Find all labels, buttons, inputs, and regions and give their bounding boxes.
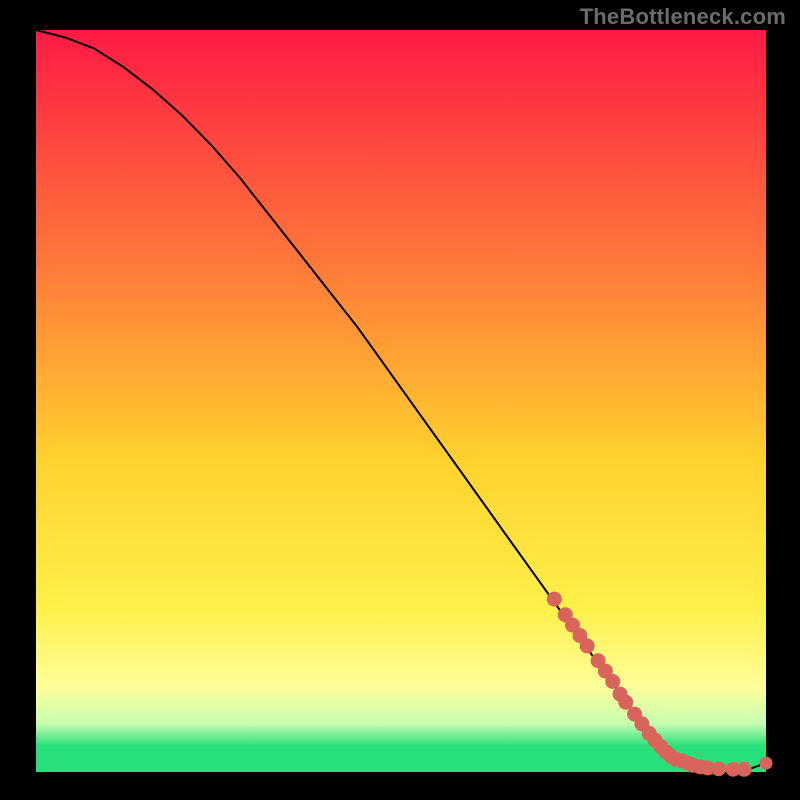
bottleneck-chart <box>0 0 800 800</box>
tail-dot <box>547 592 562 607</box>
tail-dot <box>605 674 620 689</box>
tail-dot <box>760 757 773 770</box>
tail-dot <box>580 638 595 653</box>
chart-frame: { "watermark": "TheBottleneck.com", "col… <box>0 0 800 800</box>
plot-background <box>36 30 766 772</box>
tail-dot <box>711 761 726 776</box>
tail-dot <box>737 762 752 777</box>
